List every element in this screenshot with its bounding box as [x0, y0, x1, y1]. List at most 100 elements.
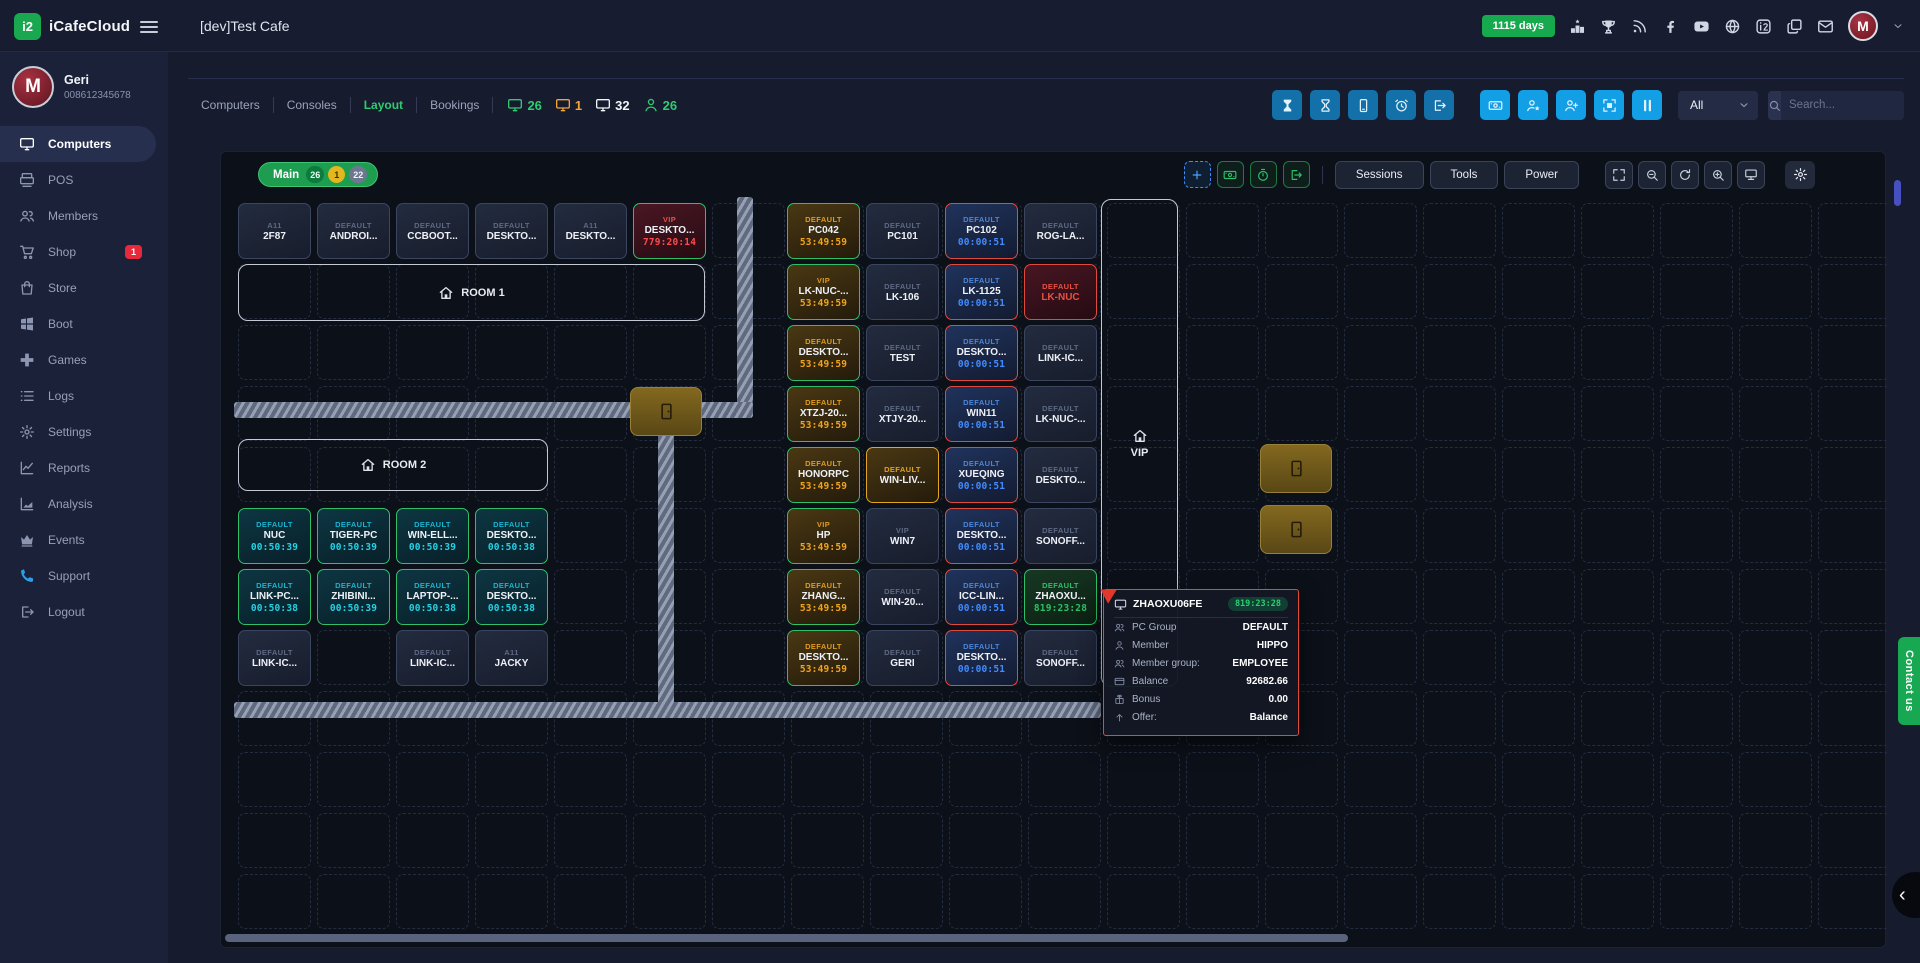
pc-card-xtzj-20[interactable]: DEFAULTXTZJ-20...53:49:59 — [787, 386, 860, 442]
podium-icon[interactable] — [1569, 18, 1586, 35]
i2-icon[interactable] — [1755, 18, 1772, 35]
sidebar-item-reports[interactable]: Reports — [0, 450, 156, 486]
pc-card-xueqing[interactable]: DEFAULTXUEQING00:00:51 — [945, 447, 1018, 503]
pc-card-lk-nuc[interactable]: DEFAULTLK-NUC — [1024, 264, 1097, 320]
pc-card-lk-nuc-[interactable]: VIPLK-NUC-...53:49:59 — [787, 264, 860, 320]
pc-card-sonoff[interactable]: DEFAULTSONOFF... — [1024, 630, 1097, 686]
sidebar-item-members[interactable]: Members — [0, 198, 156, 234]
mobile-button[interactable] — [1348, 90, 1378, 120]
pc-card-jacky[interactable]: A11JACKY — [475, 630, 548, 686]
pc-card-pc102[interactable]: DEFAULTPC10200:00:51 — [945, 203, 1018, 259]
pc-card-deskto[interactable]: VIPDESKTO...779:20:14 — [633, 203, 706, 259]
expand-button[interactable] — [1605, 161, 1633, 189]
pc-card-link-ic[interactable]: DEFAULTLINK-IC... — [238, 630, 311, 686]
user-counter[interactable]: 26 — [643, 97, 677, 113]
youtube-icon[interactable] — [1693, 18, 1710, 35]
layout-settings-button[interactable] — [1785, 161, 1815, 189]
pc-card-test[interactable]: DEFAULTTEST — [866, 325, 939, 381]
pc-card-honorpc[interactable]: DEFAULTHONORPC53:49:59 — [787, 447, 860, 503]
sidebar-item-computers[interactable]: Computers — [0, 126, 156, 162]
pc-card-deskto[interactable]: DEFAULTDESKTO...53:49:59 — [787, 325, 860, 381]
door-marker[interactable] — [1260, 505, 1332, 554]
menu-toggle-icon[interactable] — [140, 18, 158, 36]
pc-card-laptop-[interactable]: DEFAULTLAPTOP-...00:50:38 — [396, 569, 469, 625]
pc-card-link-pc[interactable]: DEFAULTLINK-PC...00:50:38 — [238, 569, 311, 625]
pc-card-icc-lin[interactable]: DEFAULTICC-LIN...00:00:51 — [945, 569, 1018, 625]
tab-bookings[interactable]: Bookings — [417, 98, 492, 112]
pc-card-deskto[interactable]: DEFAULTDESKTO...53:49:59 — [787, 630, 860, 686]
search-input[interactable] — [1781, 99, 1904, 111]
signout-button[interactable] — [1424, 90, 1454, 120]
tab-main-area[interactable]: Main 26122 — [258, 162, 378, 187]
zoom-in-button[interactable] — [1704, 161, 1732, 189]
pc-card-geri[interactable]: DEFAULTGERI — [866, 630, 939, 686]
pc-card-hp[interactable]: VIPHP53:49:59 — [787, 508, 860, 564]
vertical-scrollbar[interactable] — [1894, 180, 1901, 206]
mail-icon[interactable] — [1817, 18, 1834, 35]
pc-card-win-liv[interactable]: DEFAULTWIN-LIV... — [866, 447, 939, 503]
hourglass2-button[interactable] — [1310, 90, 1340, 120]
zoom-out-button[interactable] — [1638, 161, 1666, 189]
pc-card-sonoff[interactable]: DEFAULTSONOFF... — [1024, 508, 1097, 564]
sidebar-item-events[interactable]: Events — [0, 522, 156, 558]
tab-consoles[interactable]: Consoles — [274, 98, 350, 112]
layers-icon[interactable] — [1786, 18, 1803, 35]
pc-card-2f87[interactable]: A112F87 — [238, 203, 311, 259]
horizontal-scrollbar[interactable] — [225, 934, 1348, 942]
avatar[interactable]: M — [1848, 11, 1878, 41]
sidebar-item-games[interactable]: Games — [0, 342, 156, 378]
pc-card-link-ic[interactable]: DEFAULTLINK-IC... — [1024, 325, 1097, 381]
pc-card-deskto[interactable]: A11DESKTO... — [554, 203, 627, 259]
pc-card-lk-nuc-[interactable]: DEFAULTLK-NUC-... — [1024, 386, 1097, 442]
chevron-down-icon[interactable] — [1892, 20, 1904, 32]
hourglass-button[interactable] — [1272, 90, 1302, 120]
sidebar-item-logout[interactable]: Logout — [0, 594, 156, 630]
refresh-button[interactable] — [1671, 161, 1699, 189]
pause-button[interactable] — [1632, 90, 1662, 120]
pc-card-deskto[interactable]: DEFAULTDESKTO...00:00:51 — [945, 508, 1018, 564]
contact-us-button[interactable]: Contact us — [1898, 637, 1920, 725]
pc-card-zhibini[interactable]: DEFAULTZHIBINI...00:50:39 — [317, 569, 390, 625]
signout-button[interactable] — [1283, 161, 1310, 188]
pc-card-rog-la[interactable]: DEFAULTROG-LA... — [1024, 203, 1097, 259]
rss-icon[interactable] — [1631, 18, 1648, 35]
user-star-button[interactable] — [1518, 90, 1548, 120]
sessions-button[interactable]: Sessions — [1335, 161, 1424, 189]
pc-card-deskto[interactable]: DEFAULTDESKTO... — [1024, 447, 1097, 503]
monitor-counter[interactable]: 26 — [507, 97, 541, 113]
tools-button[interactable]: Tools — [1430, 161, 1499, 189]
pc-card-pc042[interactable]: DEFAULTPC04253:49:59 — [787, 203, 860, 259]
sidebar-item-analysis[interactable]: Analysis — [0, 486, 156, 522]
pc-card-win7[interactable]: VIPWIN7 — [866, 508, 939, 564]
sidebar-item-logs[interactable]: Logs — [0, 378, 156, 414]
pc-card-lk-106[interactable]: DEFAULTLK-106 — [866, 264, 939, 320]
screen-button[interactable] — [1737, 161, 1765, 189]
trophy-icon[interactable] — [1600, 18, 1617, 35]
add-area-button[interactable] — [1184, 161, 1211, 188]
sidebar-item-settings[interactable]: Settings — [0, 414, 156, 450]
pc-card-androi[interactable]: DEFAULTANDROI... — [317, 203, 390, 259]
pc-card-deskto[interactable]: DEFAULTDESKTO... — [475, 203, 548, 259]
cash-button[interactable] — [1217, 161, 1244, 188]
pc-card-deskto[interactable]: DEFAULTDESKTO...00:50:38 — [475, 508, 548, 564]
pc-card-link-ic[interactable]: DEFAULTLINK-IC... — [396, 630, 469, 686]
pc-card-pc101[interactable]: DEFAULTPC101 — [866, 203, 939, 259]
filter-select[interactable]: All — [1678, 91, 1758, 120]
pc-card-win-20[interactable]: DEFAULTWIN-20... — [866, 569, 939, 625]
monitor-counter[interactable]: 1 — [555, 97, 582, 113]
cash-button[interactable] — [1480, 90, 1510, 120]
monitor-counter[interactable]: 32 — [595, 97, 629, 113]
pc-card-win11[interactable]: DEFAULTWIN1100:00:51 — [945, 386, 1018, 442]
pc-card-zhang[interactable]: DEFAULTZHANG...53:49:59 — [787, 569, 860, 625]
alarm-button[interactable] — [1386, 90, 1416, 120]
pc-card-tiger-pc[interactable]: DEFAULTTIGER-PC00:50:39 — [317, 508, 390, 564]
door-marker[interactable] — [630, 387, 702, 436]
pc-card-xtjy-20[interactable]: DEFAULTXTJY-20... — [866, 386, 939, 442]
sidebar-item-support[interactable]: Support — [0, 558, 156, 594]
tab-layout[interactable]: Layout — [351, 98, 416, 112]
user-plus-button[interactable] — [1556, 90, 1586, 120]
pc-card-lk-1125[interactable]: DEFAULTLK-112500:00:51 — [945, 264, 1018, 320]
scan-button[interactable] — [1594, 90, 1624, 120]
door-marker[interactable] — [1260, 444, 1332, 493]
sidebar-item-boot[interactable]: Boot — [0, 306, 156, 342]
